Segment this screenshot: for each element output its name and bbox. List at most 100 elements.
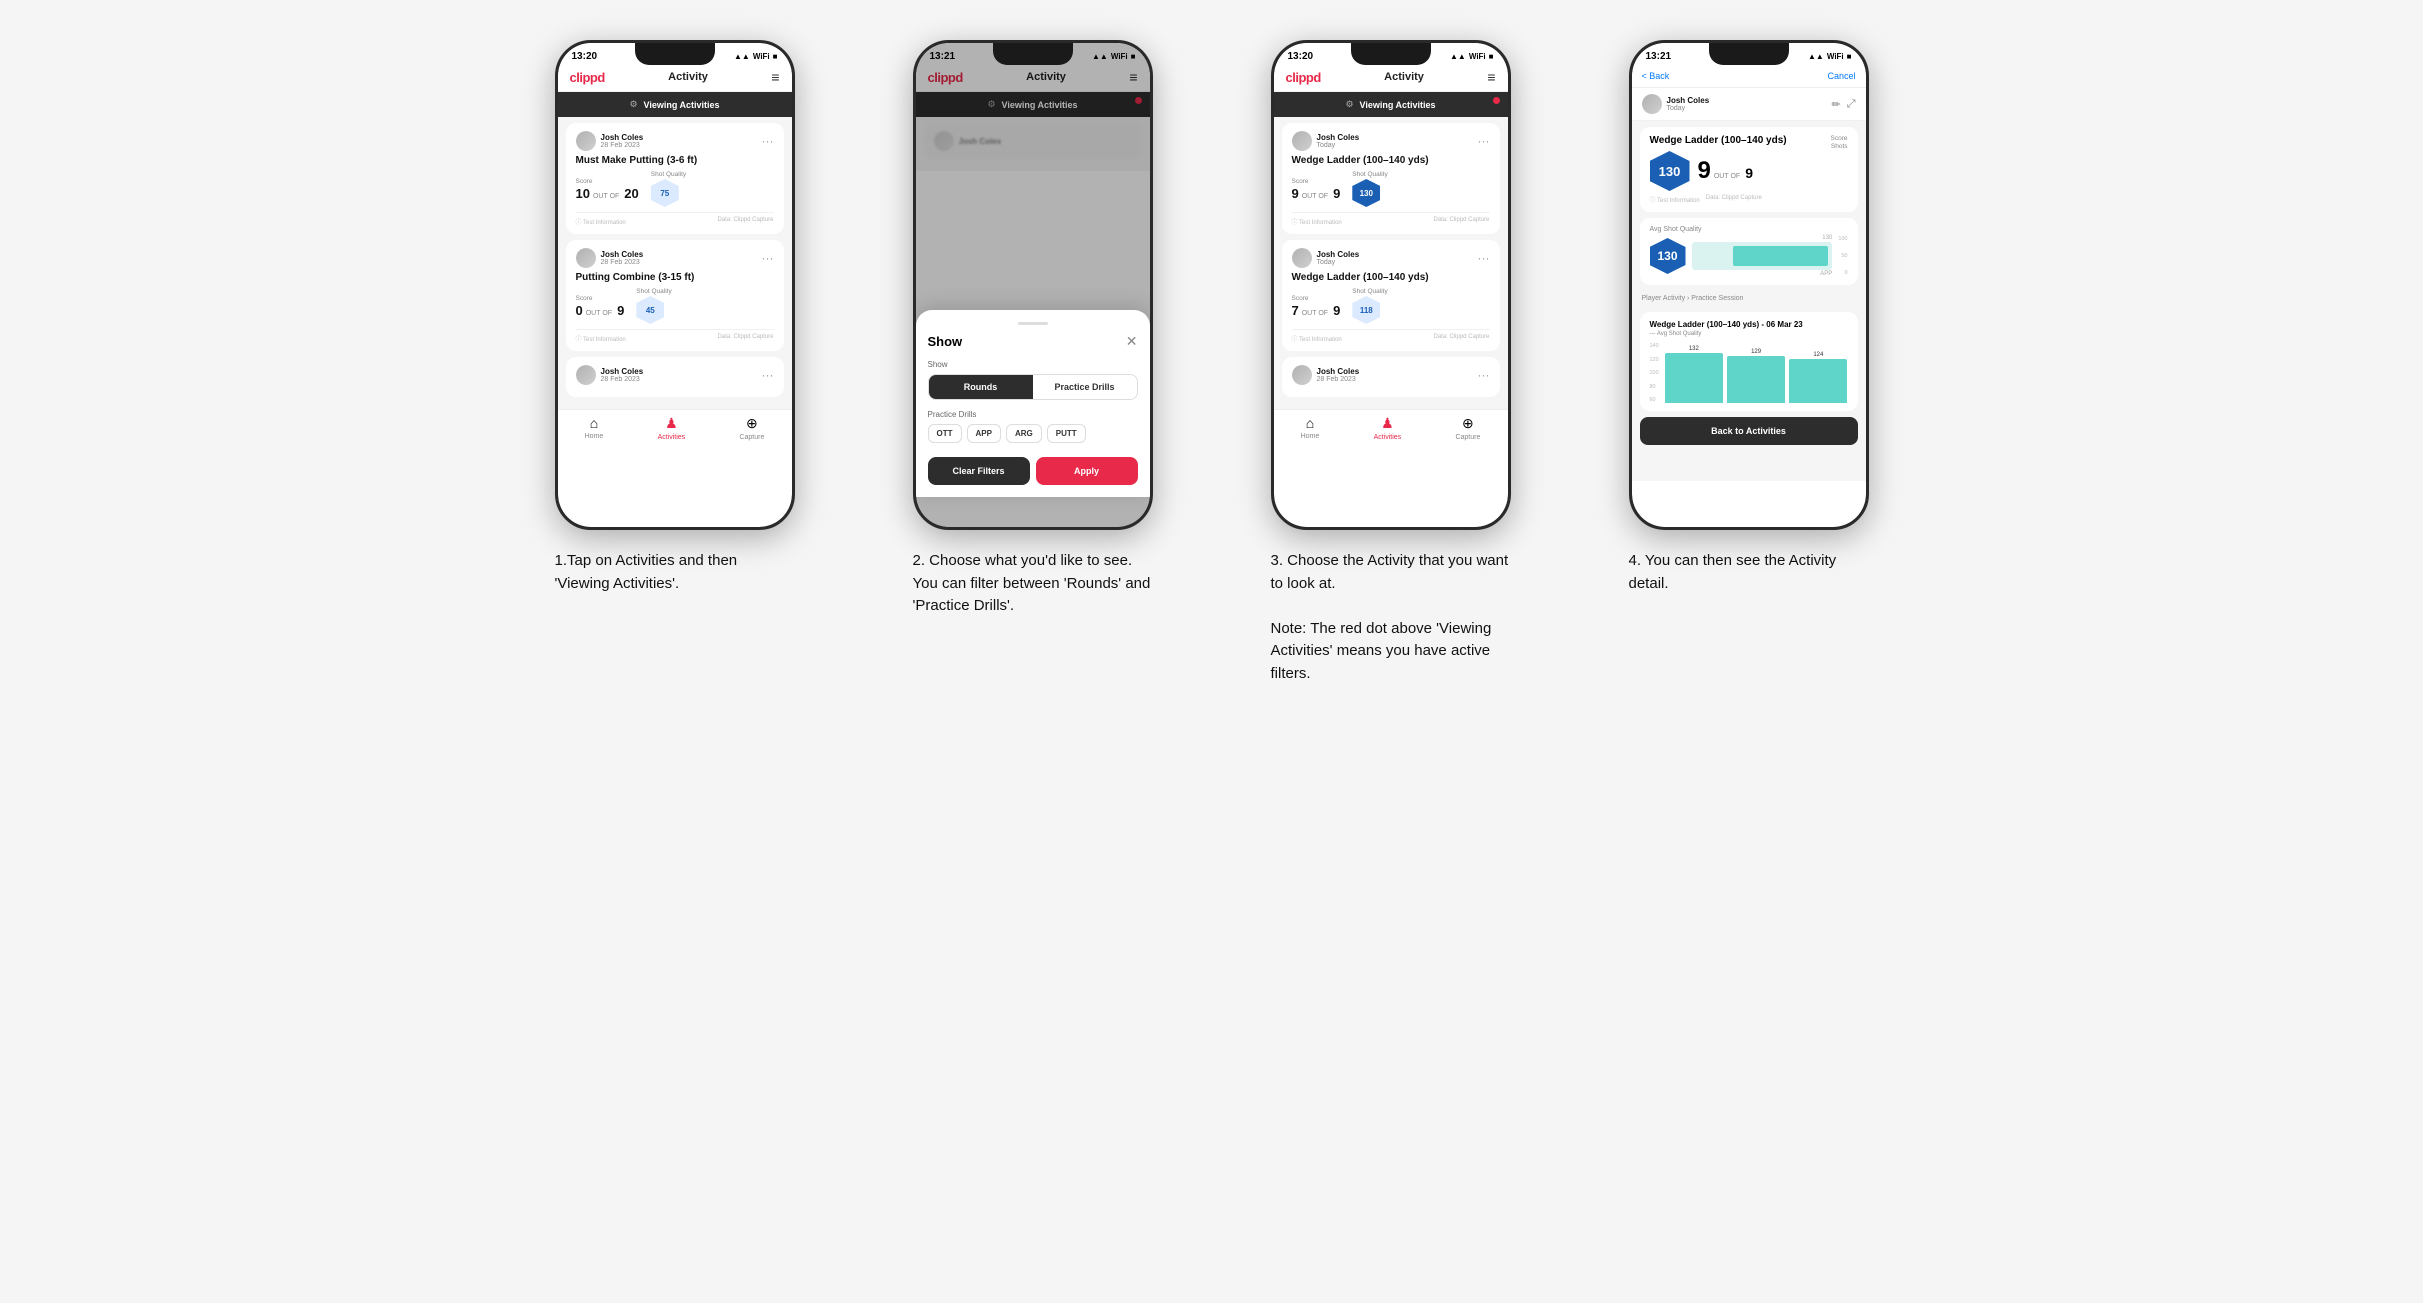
filter-show-label-2: Show (928, 360, 1138, 369)
step-desc-3: 3. Choose the Activity that you want to … (1271, 550, 1511, 685)
detail-title-4: Wedge Ladder (100–140 yds) (1650, 135, 1787, 150)
user-row-3-1: Josh Coles Today (1292, 131, 1360, 151)
filter-title-2: Show (928, 334, 963, 349)
quality-hex-4: 130 (1650, 151, 1690, 191)
activity-card-3-3[interactable]: Josh Coles 28 Feb 2023 ··· (1282, 357, 1500, 397)
dots-3-1[interactable]: ··· (1478, 134, 1490, 148)
home-icon-3: ⌂ (1306, 415, 1314, 431)
data-source-4: Data: Clippd Capture (1706, 195, 1762, 204)
score-val-1-2: 0 (576, 304, 583, 317)
filter-actions-2: Clear Filters Apply (928, 457, 1138, 485)
avatar-4 (1642, 94, 1662, 114)
step-1-container: 13:20 ▲▲ WiFi ■ clippd Activity ≡ ⚙ Vi (512, 40, 838, 595)
edit-icon-4[interactable]: ✏ (1831, 98, 1840, 111)
avatar-3-3 (1292, 365, 1312, 385)
dots-1-2[interactable]: ··· (762, 251, 774, 265)
bar-3-4 (1789, 359, 1847, 403)
card-header-1-3: Josh Coles 28 Feb 2023 ··· (576, 365, 774, 385)
activity-content-3: Josh Coles Today ··· Wedge Ladder (100–1… (1274, 117, 1508, 409)
user-name-3-1: Josh Coles (1317, 133, 1360, 142)
nav-capture-1[interactable]: ⊕ Capture (739, 415, 764, 441)
hamburger-1[interactable]: ≡ (771, 69, 779, 85)
home-icon-1: ⌂ (590, 415, 598, 431)
drill-tag-app-2[interactable]: APP (967, 424, 1001, 443)
detail-score-section-4: Wedge Ladder (100–140 yds) Score Shots 1… (1640, 127, 1858, 212)
activities-label-3: Activities (1374, 434, 1402, 441)
app-header-3: clippd Activity ≡ (1274, 65, 1508, 92)
detail-user-left-4: Josh Coles Today (1642, 94, 1710, 114)
user-info-1-2: Josh Coles 28 Feb 2023 (601, 250, 644, 266)
card-title-3-2: Wedge Ladder (100–140 yds) (1292, 272, 1490, 283)
user-row-1-3: Josh Coles 28 Feb 2023 (576, 365, 644, 385)
y-axis-bars-4: 140 120 100 80 60 (1650, 343, 1659, 403)
phone-screen-3: 13:20 ▲▲ WiFi ■ clippd Activity ≡ ⚙ Vi (1274, 43, 1508, 527)
card-stats-3-2: Score 7 OUT OF 9 Shot Quality 118 (1292, 288, 1490, 324)
dots-3-3[interactable]: ··· (1478, 368, 1490, 382)
score-value-group-1-1: 10 OUT OF 20 (576, 186, 639, 201)
quality-group-1-1: Shot Quality 75 (651, 171, 686, 207)
drill-tag-ott-2[interactable]: OTT (928, 424, 962, 443)
viewing-banner-3[interactable]: ⚙ Viewing Activities (1274, 92, 1508, 117)
outof-1-2: OUT OF (586, 310, 612, 317)
cancel-button-4[interactable]: Cancel (1827, 71, 1855, 81)
settings-icon-1: ⚙ (629, 99, 637, 110)
nav-capture-3[interactable]: ⊕ Capture (1455, 415, 1480, 441)
back-to-activities-4[interactable]: Back to Activities (1640, 417, 1858, 445)
score-val-1-1: 10 (576, 187, 590, 200)
card-footer-3-2: ⓘ Test Information Data: Clippd Capture (1292, 329, 1490, 343)
user-row-3-3: Josh Coles 28 Feb 2023 (1292, 365, 1360, 385)
bar-3-group-4: 124 (1789, 352, 1847, 403)
detail-footer-4: ⓘ Test Information Data: Clippd Capture (1650, 195, 1848, 204)
hamburger-3[interactable]: ≡ (1487, 69, 1495, 85)
session-label-4: Player Activity › Practice Session (1632, 291, 1866, 306)
nav-home-3[interactable]: ⌂ Home (1301, 415, 1320, 441)
activity-content-1: Josh Coles 28 Feb 2023 ··· Must Make Put… (558, 117, 792, 409)
activities-icon-3: ♟ (1381, 415, 1394, 432)
nav-activities-1[interactable]: ♟ Activities (658, 415, 686, 441)
banner-text-3: Viewing Activities (1360, 100, 1436, 110)
activity-card-1-3[interactable]: Josh Coles 28 Feb 2023 ··· (566, 357, 784, 397)
user-name-1-1: Josh Coles (601, 133, 644, 142)
nav-home-1[interactable]: ⌂ Home (585, 415, 604, 441)
activities-icon-1: ♟ (665, 415, 678, 432)
dots-3-2[interactable]: ··· (1478, 251, 1490, 265)
close-icon-2[interactable]: ✕ (1126, 333, 1138, 350)
status-time-1: 13:20 (572, 51, 598, 62)
viewing-banner-1[interactable]: ⚙ Viewing Activities (558, 92, 792, 117)
shots-val-3-1: 9 (1333, 186, 1340, 201)
activity-card-3-2[interactable]: Josh Coles Today ··· Wedge Ladder (100–1… (1282, 240, 1500, 351)
activity-card-1-2[interactable]: Josh Coles 28 Feb 2023 ··· Putting Combi… (566, 240, 784, 351)
signal-icon-3: ▲▲ (1450, 52, 1466, 61)
nav-activities-3[interactable]: ♟ Activities (1374, 415, 1402, 441)
quality-hex-1-2: 45 (636, 296, 664, 324)
dots-1-1[interactable]: ··· (762, 134, 774, 148)
clear-filters-button-2[interactable]: Clear Filters (928, 457, 1030, 485)
toggle-rounds-2[interactable]: Rounds (929, 375, 1033, 399)
bar-2-label-4: 129 (1751, 349, 1761, 355)
home-label-1: Home (585, 433, 604, 440)
capture-icon-1: ⊕ (746, 415, 758, 432)
drill-tag-putt-2[interactable]: PUTT (1047, 424, 1086, 443)
user-date-1-1: 28 Feb 2023 (601, 142, 644, 149)
dots-1-3[interactable]: ··· (762, 368, 774, 382)
user-row-1-1: Josh Coles 28 Feb 2023 (576, 131, 644, 151)
back-button-4[interactable]: < Back (1642, 71, 1670, 81)
activity-card-3-1[interactable]: Josh Coles Today ··· Wedge Ladder (100–1… (1282, 123, 1500, 234)
drill-tag-arg-2[interactable]: ARG (1006, 424, 1042, 443)
toggle-drills-2[interactable]: Practice Drills (1033, 375, 1137, 399)
expand-icon-4[interactable]: ⤢ (1847, 98, 1856, 111)
detail-user-row-4: Josh Coles Today ✏ ⤢ (1632, 88, 1866, 121)
avatar-1-3 (576, 365, 596, 385)
avatar-3-2 (1292, 248, 1312, 268)
bar-3-label-4: 124 (1813, 352, 1823, 358)
activity-card-1-1[interactable]: Josh Coles 28 Feb 2023 ··· Must Make Put… (566, 123, 784, 234)
phone-3: 13:20 ▲▲ WiFi ■ clippd Activity ≡ ⚙ Vi (1271, 40, 1511, 530)
user-name-1-2: Josh Coles (601, 250, 644, 259)
user-date-3-3: 28 Feb 2023 (1317, 376, 1360, 383)
phone-4: 13:21 ▲▲ WiFi ■ < Back Cancel (1629, 40, 1869, 530)
status-icons-4: ▲▲ WiFi ■ (1808, 52, 1852, 61)
bottom-nav-1: ⌂ Home ♟ Activities ⊕ Capture (558, 409, 792, 449)
quality-group-1-2: Shot Quality 45 (636, 288, 671, 324)
apply-button-2[interactable]: Apply (1036, 457, 1138, 485)
phone-1: 13:20 ▲▲ WiFi ■ clippd Activity ≡ ⚙ Vi (555, 40, 795, 530)
